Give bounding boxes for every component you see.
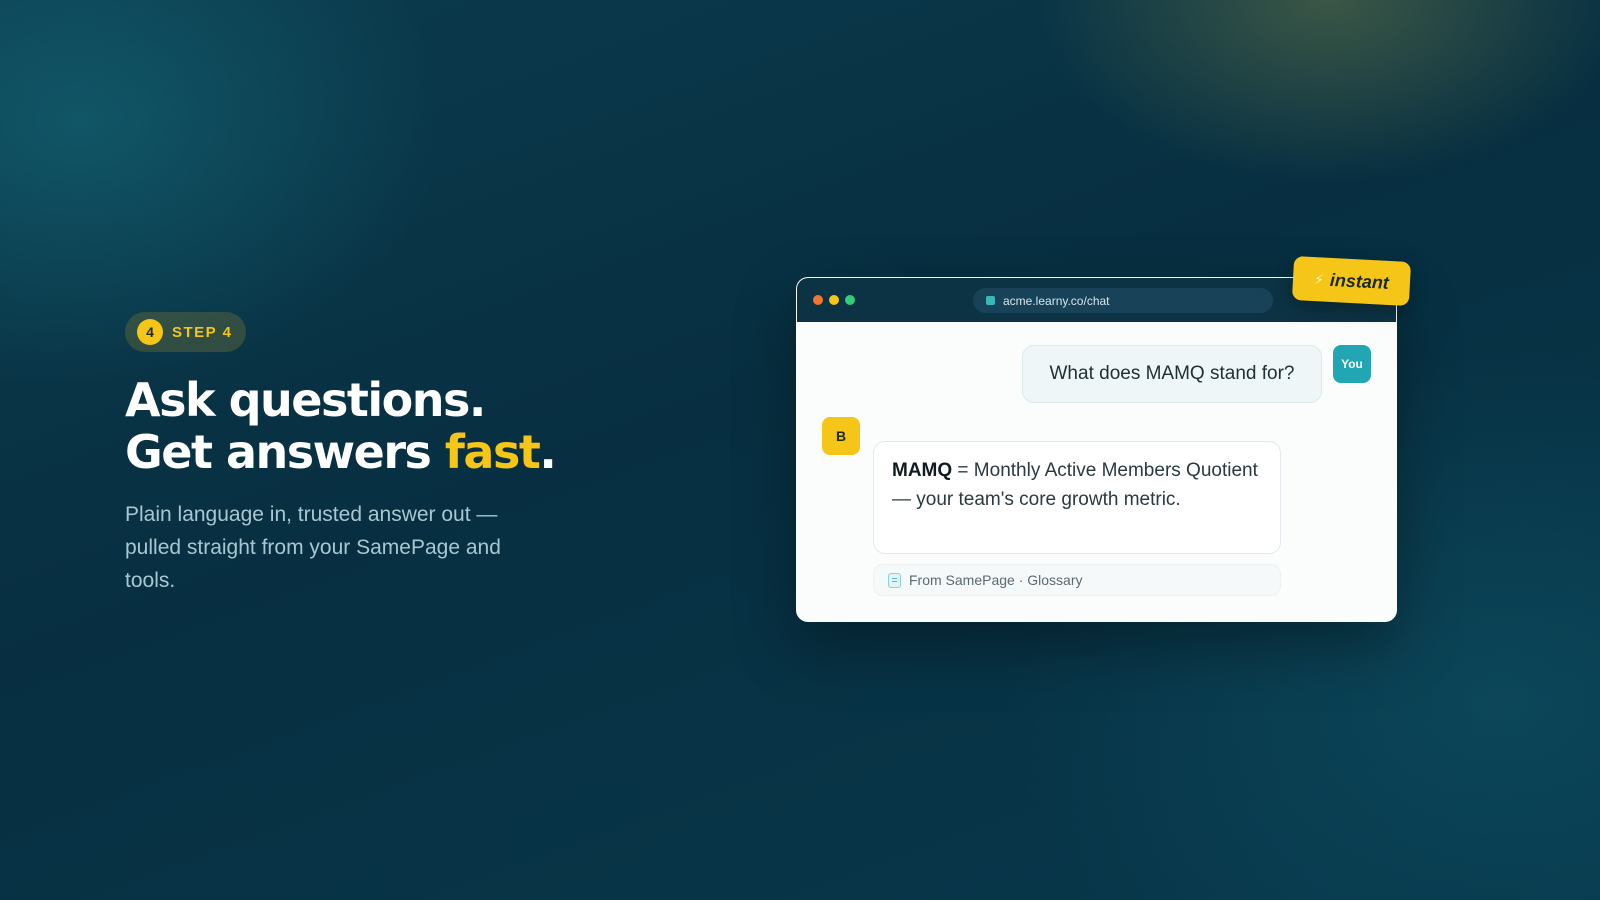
headline-line-2: Get answers fast. [125, 426, 595, 478]
step-label: STEP 4 [172, 323, 233, 341]
address-bar[interactable]: acme.learny.co/chat [973, 288, 1273, 313]
subtext: Plain language in, trusted answer out — … [125, 503, 501, 592]
window-controls [813, 295, 855, 305]
page-title: Ask questions. Get answers fast. [125, 374, 595, 478]
bot-avatar: B [822, 417, 860, 455]
bolt-icon: ⚡ [1313, 270, 1325, 288]
headline-line-1: Ask questions. [125, 373, 486, 427]
bot-message: MAMQ = Monthly Active Members Quotient —… [873, 441, 1281, 554]
close-window-dot[interactable] [813, 295, 823, 305]
source-text: From SamePage · Glossary [909, 572, 1083, 588]
hero-text: 4 STEP 4 Ask questions. Get answers fast… [125, 312, 595, 597]
headline-line-2-suffix: . [539, 425, 556, 479]
maximize-window-dot[interactable] [845, 295, 855, 305]
lock-icon [986, 296, 995, 305]
browser-window: acme.learny.co/chat What does MAMQ stand… [796, 277, 1397, 622]
url-text: acme.learny.co/chat [1003, 293, 1110, 308]
headline-line-2-prefix: Get answers [125, 425, 445, 479]
user-avatar: You [1333, 345, 1371, 383]
source-citation[interactable]: From SamePage · Glossary [873, 564, 1281, 596]
bot-message-term: MAMQ [892, 460, 953, 481]
user-message: What does MAMQ stand for? [1022, 345, 1322, 403]
step-number: 4 [137, 319, 163, 345]
minimize-window-dot[interactable] [829, 295, 839, 305]
headline-accent: fast [444, 425, 541, 479]
doc-icon [888, 572, 901, 588]
instant-label: instant [1329, 269, 1390, 293]
instant-badge: ⚡ instant [1291, 255, 1412, 307]
step-badge: 4 STEP 4 [125, 312, 247, 352]
chat-panel: What does MAMQ stand for? You B MAMQ = M… [797, 322, 1396, 621]
